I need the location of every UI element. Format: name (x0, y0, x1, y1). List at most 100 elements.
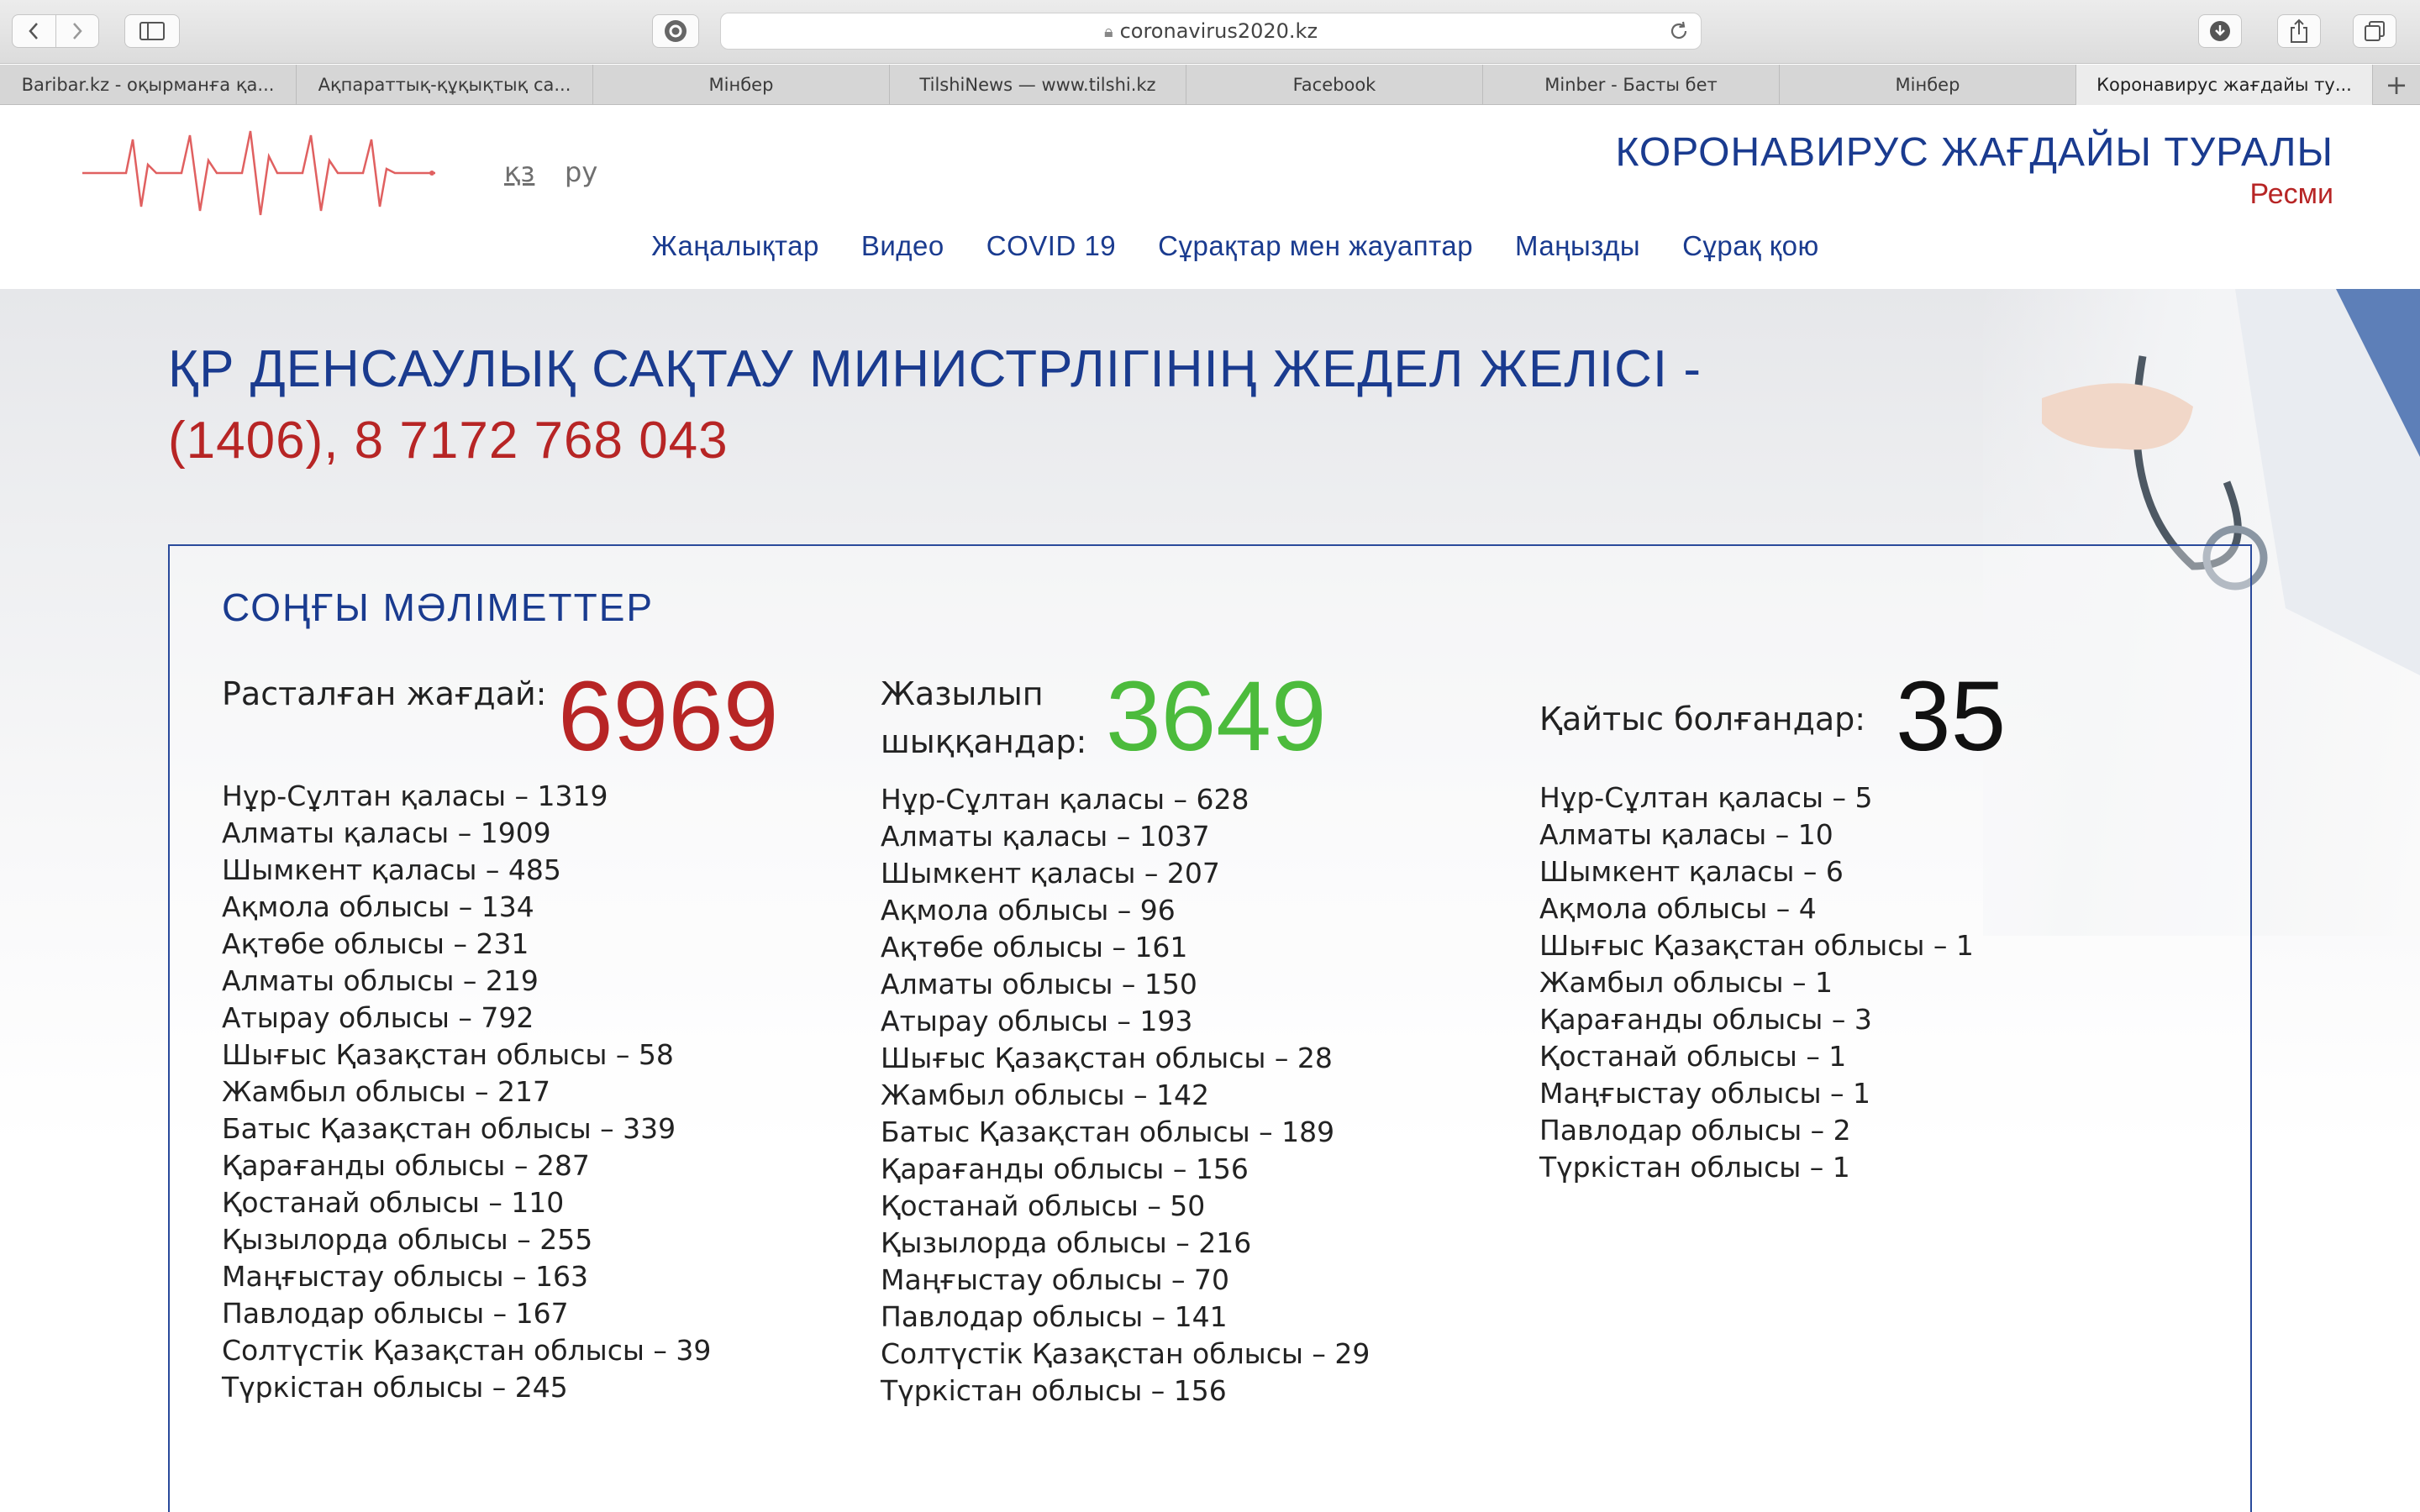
list-item: Маңғыстау облысы – 1 (1539, 1077, 1871, 1110)
browser-tab-active[interactable]: Коронавирус жағдайы ту... (2076, 65, 2373, 105)
list-item: Түркістан облысы – 156 (881, 1374, 1227, 1407)
list-item: Батыс Қазақстан облысы – 189 (881, 1116, 1335, 1148)
list-item: Алматы қаласы – 1037 (881, 820, 1210, 853)
list-item: Маңғыстау облысы – 70 (881, 1263, 1229, 1296)
recovered-regions-list: Нұр-Сұлтан қаласы – 628 Алматы қаласы – … (881, 781, 1370, 1410)
browser-tab[interactable]: Мінбер (593, 65, 890, 105)
list-item: Шығыс Қазақстан облысы – 28 (881, 1042, 1333, 1074)
list-item: Атырау облысы – 193 (881, 1005, 1193, 1037)
list-item: Жамбыл облысы – 1 (1539, 966, 1833, 999)
browser-tab[interactable]: Baribar.kz - оқырманға қа... (0, 65, 297, 105)
list-item: Солтүстік Қазақстан облысы – 29 (881, 1337, 1370, 1370)
deaths-regions-list: Нұр-Сұлтан қаласы – 5 Алматы қаласы – 10… (1539, 780, 1974, 1186)
list-item: Қызылорда облысы – 255 (222, 1223, 593, 1256)
plus-icon: + (2385, 68, 2408, 101)
site-subtitle: Ресми (2249, 178, 2333, 210)
nav-ask-question[interactable]: Сұрақ қою (1682, 230, 1819, 262)
confirmed-regions-list: Нұр-Сұлтан қаласы – 1319 Алматы қаласы –… (222, 778, 711, 1406)
list-item: Қарағанды облысы – 287 (222, 1149, 590, 1182)
nav-faq[interactable]: Сұрақтар мен жауаптар (1158, 230, 1473, 262)
browser-tab[interactable]: Facebook (1186, 65, 1483, 105)
browser-tab[interactable]: Ақпараттық-құқықтық са... (297, 65, 593, 105)
hotline-heading: ҚР ДЕНСАУЛЫҚ САҚТАУ МИНИСТРЛІГІНІҢ ЖЕДЕЛ… (168, 340, 1702, 398)
forward-button[interactable] (55, 15, 99, 47)
list-item: Ақтөбе облысы – 161 (881, 931, 1188, 963)
list-item: Түркістан облысы – 1 (1539, 1151, 1850, 1184)
nav-video[interactable]: Видео (861, 230, 944, 262)
list-item: Нұр-Сұлтан қаласы – 628 (881, 783, 1249, 816)
lang-kz-link[interactable]: қз (504, 156, 534, 188)
browser-tab[interactable]: Мінбер (1780, 65, 2076, 105)
list-item: Ақмола облысы – 96 (881, 894, 1176, 927)
list-item: Жамбыл облысы – 217 (222, 1075, 551, 1108)
list-item: Алматы қаласы – 1909 (222, 816, 551, 849)
list-item: Қостанай облысы – 50 (881, 1189, 1206, 1222)
confirmed-label: Расталған жағдай: (222, 675, 547, 712)
lock-icon: 🔒︎ (1103, 21, 1113, 41)
list-item: Ақмола облысы – 4 (1539, 892, 1817, 925)
list-item: Қарағанды облысы – 3 (1539, 1003, 1872, 1036)
download-icon (2210, 21, 2230, 41)
list-item: Қостанай облысы – 1 (1539, 1040, 1847, 1073)
list-item: Павлодар облысы – 2 (1539, 1114, 1851, 1147)
browser-tab[interactable]: Minber - Басты бет (1483, 65, 1780, 105)
heartbeat-logo[interactable] (82, 123, 435, 223)
nav-news[interactable]: Жаңалықтар (651, 230, 819, 262)
list-item: Ақмола облысы – 134 (222, 890, 534, 923)
chevron-right-icon (72, 23, 82, 39)
tabs-icon (2365, 21, 2385, 41)
nav-important[interactable]: Маңызды (1515, 230, 1640, 262)
list-item: Шымкент қаласы – 485 (222, 853, 561, 886)
sidebar-icon (139, 22, 165, 40)
browser-tab[interactable]: TilshiNews — www.tilshi.kz (890, 65, 1186, 105)
list-item: Шымкент қаласы – 6 (1539, 855, 1844, 888)
history-nav (12, 14, 99, 48)
reload-icon[interactable] (1667, 19, 1691, 43)
recovered-label: Жазылып шыққандар: (881, 670, 1086, 766)
list-item: Алматы облысы – 150 (881, 968, 1197, 1000)
grammarly-icon (665, 20, 687, 42)
stats-panel: СОҢҒЫ МӘЛІМЕТТЕР Расталған жағдай: 6969 … (168, 544, 2252, 1512)
grammarly-button[interactable] (652, 14, 699, 48)
stats-title: СОҢҒЫ МӘЛІМЕТТЕР (222, 585, 655, 629)
list-item: Жамбыл облысы – 142 (881, 1079, 1210, 1111)
address-bar[interactable]: 🔒︎ coronavirus2020.kz (720, 13, 1702, 50)
list-item: Алматы қаласы – 10 (1539, 818, 1833, 851)
recovered-count: 3649 (1106, 661, 1327, 772)
hero-section: ҚР ДЕНСАУЛЫҚ САҚТАУ МИНИСТРЛІГІНІҢ ЖЕДЕЛ… (0, 289, 2420, 1512)
browser-toolbar: 🔒︎ coronavirus2020.kz (0, 0, 2420, 64)
chevron-left-icon (29, 23, 39, 39)
list-item: Қарағанды облысы – 156 (881, 1152, 1249, 1185)
list-item: Түркістан облысы – 245 (222, 1371, 568, 1404)
downloads-button[interactable] (2198, 14, 2242, 48)
list-item: Солтүстік Қазақстан облысы – 39 (222, 1334, 712, 1367)
site-header: қз ру КОРОНАВИРУС ЖАҒДАЙЫ ТУРАЛЫ Ресми Ж… (0, 106, 2420, 289)
list-item: Нұр-Сұлтан қаласы – 5 (1539, 781, 1873, 814)
list-item: Атырау облысы – 792 (222, 1001, 534, 1034)
sidebar-button[interactable] (124, 14, 180, 48)
list-item: Шығыс Қазақстан облысы – 1 (1539, 929, 1974, 962)
site-title: КОРОНАВИРУС ЖАҒДАЙЫ ТУРАЛЫ (1615, 130, 2333, 175)
deaths-label: Қайтыс болғандар: (1539, 701, 1866, 738)
list-item: Шығыс Қазақстан облысы – 58 (222, 1038, 674, 1071)
back-button[interactable] (13, 15, 55, 47)
list-item: Ақтөбе облысы – 231 (222, 927, 529, 960)
recovered-label-line2: шыққандар: (881, 723, 1087, 760)
deaths-count: 35 (1896, 661, 2007, 772)
tab-strip: Baribar.kz - оқырманға қа... Ақпараттық-… (0, 65, 2420, 105)
list-item: Шымкент қаласы – 207 (881, 857, 1220, 890)
confirmed-count: 6969 (558, 661, 779, 772)
nav-covid19[interactable]: COVID 19 (986, 230, 1116, 262)
share-button[interactable] (2277, 14, 2321, 48)
list-item: Павлодар облысы – 141 (881, 1300, 1228, 1333)
main-nav: Жаңалықтар Видео COVID 19 Сұрақтар мен ж… (0, 230, 2420, 262)
share-icon (2291, 18, 2307, 43)
list-item: Алматы облысы – 219 (222, 964, 539, 997)
list-item: Қызылорда облысы – 216 (881, 1226, 1252, 1259)
lang-ru-link[interactable]: ру (565, 156, 597, 188)
new-tab-button[interactable]: + (2373, 65, 2420, 104)
tab-overview-button[interactable] (2353, 14, 2396, 48)
hotline-phone[interactable]: (1406), 8 7172 768 043 (168, 411, 729, 470)
recovered-label-line1: Жазылып (881, 675, 1044, 712)
web-page: қз ру КОРОНАВИРУС ЖАҒДАЙЫ ТУРАЛЫ Ресми Ж… (0, 106, 2420, 1512)
